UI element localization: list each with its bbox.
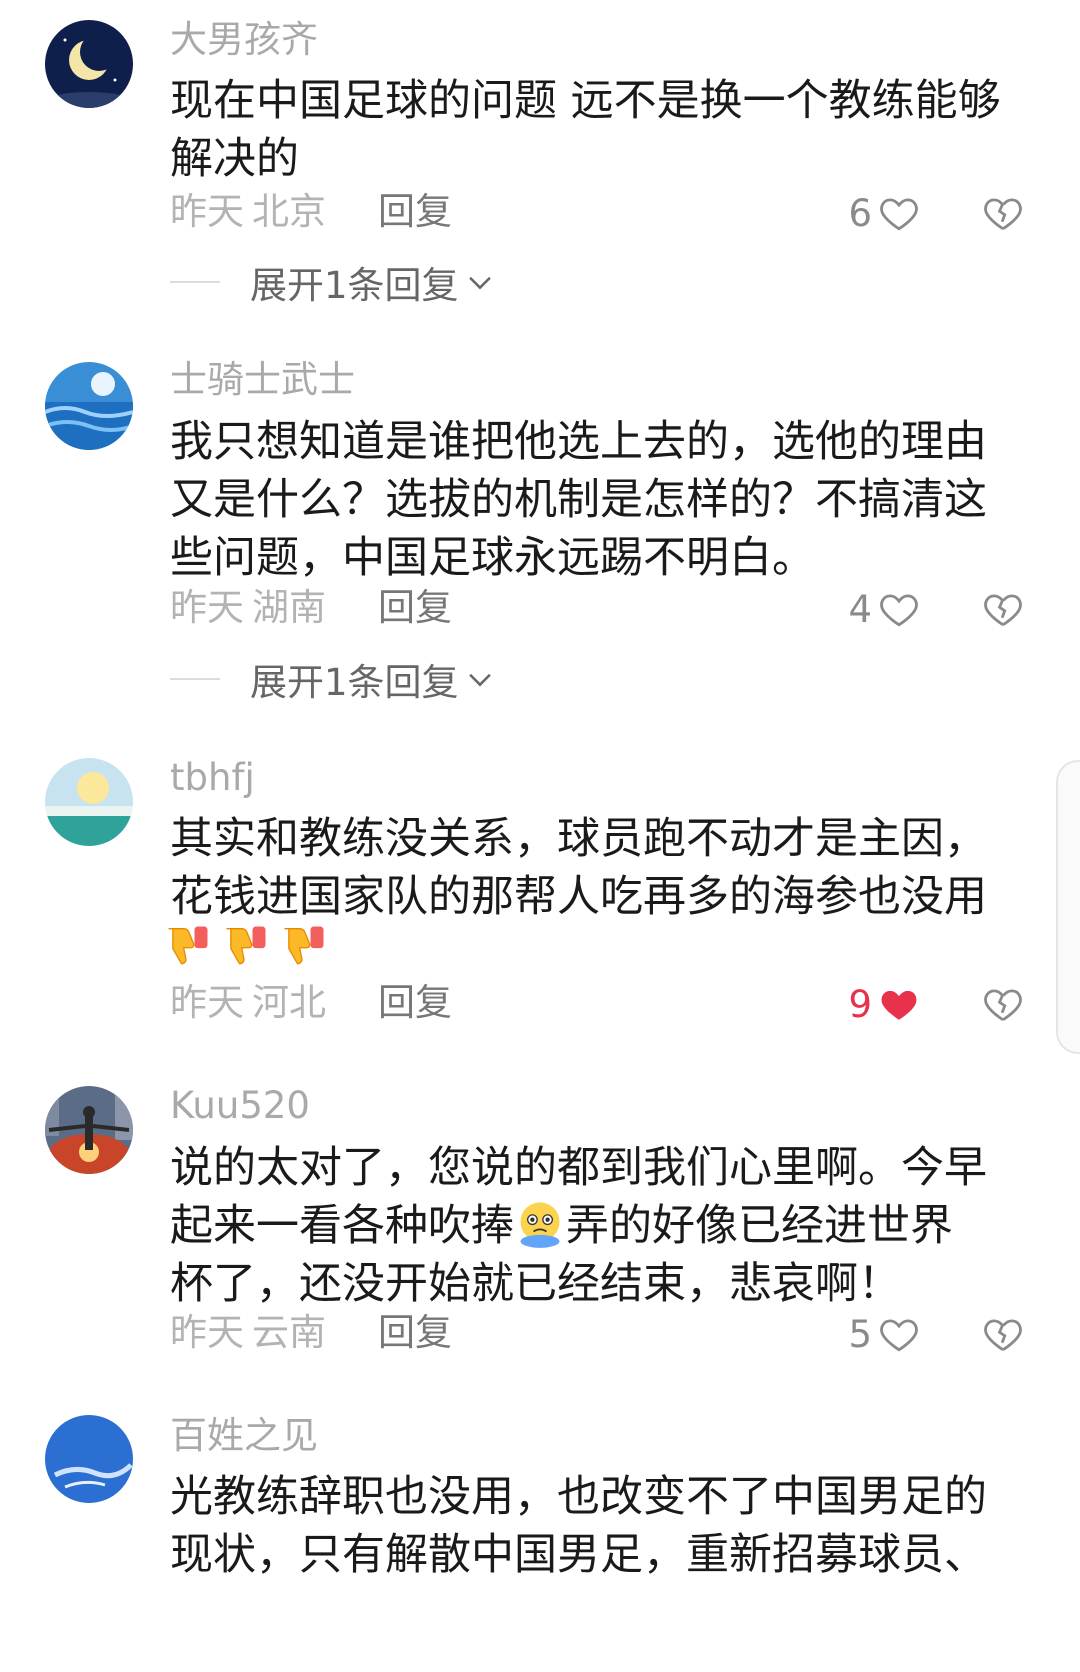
sky-avatar-icon (45, 1415, 133, 1503)
dislike-button[interactable] (978, 188, 1028, 238)
username[interactable]: Kuu520 (170, 1084, 310, 1128)
thumbs-down-icon (226, 926, 266, 965)
like-count: 4 (848, 587, 872, 631)
like-button[interactable]: 6 (810, 188, 920, 238)
comment-location: 云南 (252, 1311, 326, 1354)
moon-night-avatar-icon (45, 20, 133, 108)
comment-text: 我只想知道是谁把他选上去的，选他的理由 又是什么？选拔的机制是怎样的？不搞清这 … (170, 417, 987, 583)
thumbs-down-icon (168, 926, 208, 965)
heart-outline-icon (880, 198, 918, 231)
crying-face-icon (520, 1202, 560, 1248)
expand-replies[interactable]: 展开1条回复 (170, 655, 497, 704)
comment-time: 昨天 (170, 1311, 244, 1354)
comment-meta: 昨天 北京 回复 (170, 190, 452, 234)
heart-outline-icon (880, 594, 918, 627)
divider-line (170, 678, 220, 680)
broken-heart-icon (984, 594, 1022, 626)
emoji-row (162, 920, 330, 972)
username[interactable]: tbhfj (170, 756, 255, 800)
broken-heart-icon (984, 989, 1022, 1021)
scroll-handle[interactable] (1056, 760, 1080, 1054)
comment-location: 河北 (252, 981, 326, 1024)
like-button[interactable]: 9 (810, 979, 920, 1029)
dislike-button[interactable] (978, 1309, 1028, 1359)
reply-button[interactable]: 回复 (378, 586, 452, 630)
comment-time: 昨天 (170, 586, 244, 629)
comment-location: 湖南 (252, 586, 326, 629)
comment-time: 昨天 (170, 190, 244, 233)
avatar[interactable] (45, 1415, 133, 1503)
username[interactable]: 大男孩齐 (170, 18, 318, 62)
broken-heart-icon (984, 198, 1022, 230)
chevron-down-icon (468, 673, 491, 687)
divider-line (170, 281, 220, 283)
expand-replies[interactable]: 展开1条回复 (170, 258, 497, 307)
reply-button[interactable]: 回复 (378, 981, 452, 1025)
like-button[interactable]: 5 (810, 1309, 920, 1359)
like-button[interactable]: 4 (810, 584, 920, 634)
comment-time: 昨天 (170, 981, 244, 1024)
comment-meta: 昨天 河北 回复 (170, 981, 452, 1025)
comment-meta: 昨天 湖南 回复 (170, 586, 452, 630)
like-count: 6 (848, 191, 872, 235)
comment-text: 现在中国足球的问题 远不是换一个教练能够 解决的 (170, 76, 1001, 184)
avatar[interactable] (45, 362, 133, 450)
sunset-sea-avatar-icon (45, 758, 133, 846)
heart-filled-icon (881, 990, 917, 1020)
comment-text: 光教练辞职也没用，也改变不了中国男足的 现状，只有解散中国男足，重新招募球员、 (170, 1472, 987, 1580)
avatar[interactable] (45, 1086, 133, 1174)
person-sunset-avatar-icon (45, 1086, 133, 1174)
expand-replies-label: 展开1条回复 (250, 264, 459, 307)
thumbs-down-icon (284, 926, 324, 965)
avatar[interactable] (45, 20, 133, 108)
comment-location: 北京 (252, 190, 326, 233)
reply-button[interactable]: 回复 (378, 190, 452, 234)
comment-meta: 昨天 云南 回复 (170, 1311, 452, 1355)
heart-outline-icon (880, 1319, 918, 1352)
dislike-button[interactable] (978, 584, 1028, 634)
comment-text: 其实和教练没关系，球员跑不动才是主因， 花钱进国家队的那帮人吃再多的海参也没用 (170, 814, 987, 922)
like-count: 5 (848, 1312, 872, 1356)
avatar[interactable] (45, 758, 133, 846)
username[interactable]: 士骑士武士 (170, 358, 355, 402)
broken-heart-icon (984, 1319, 1022, 1351)
sea-moon-avatar-icon (45, 362, 133, 450)
reply-button[interactable]: 回复 (378, 1311, 452, 1355)
like-count: 9 (848, 982, 872, 1026)
comment-text: 说的太对了，您说的都到我们心里啊。今早 起来一看各种吹捧 弄的好像已经进世界 杯了… (170, 1139, 1050, 1313)
dislike-button[interactable] (978, 979, 1028, 1029)
expand-replies-label: 展开1条回复 (250, 661, 459, 704)
chevron-down-icon (468, 276, 491, 290)
username[interactable]: 百姓之见 (170, 1414, 318, 1458)
